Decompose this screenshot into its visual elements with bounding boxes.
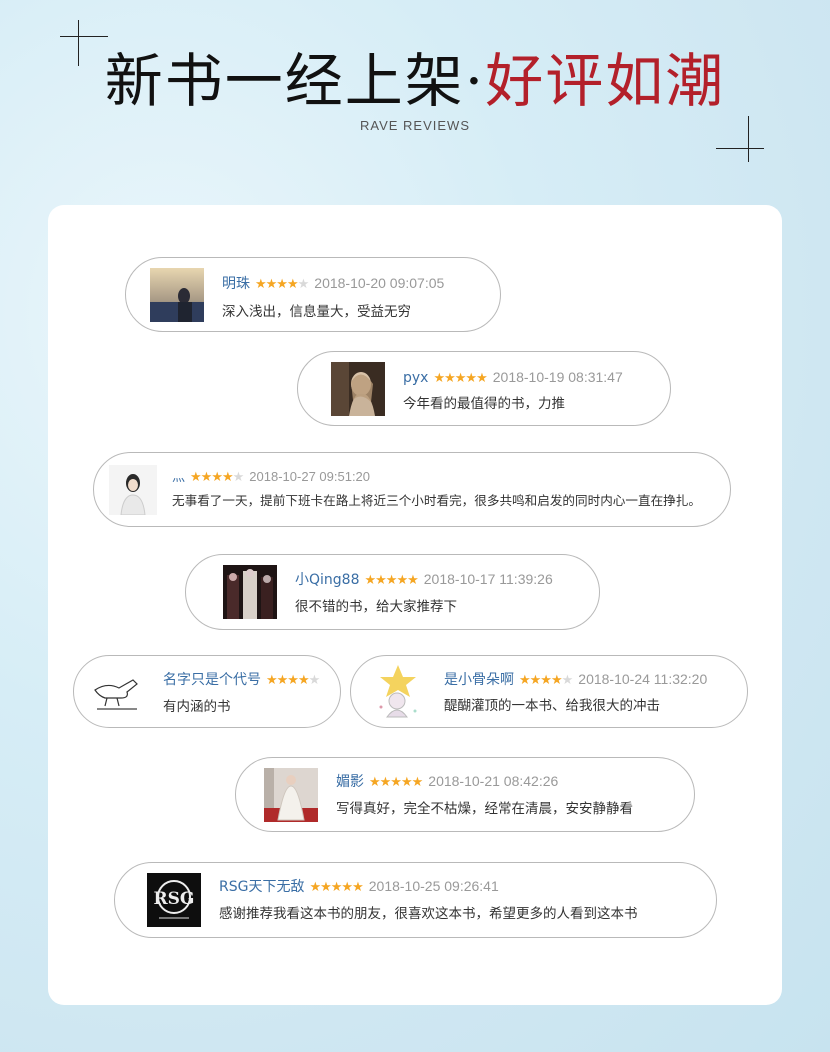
page-subtitle: RAVE REVIEWS	[359, 118, 470, 133]
review-item: pyx ★★★★★ 2018-10-19 08:31:47 今年看的最值得的书，力推	[297, 351, 671, 426]
reviewer-name[interactable]: 名字只是个代号	[163, 672, 261, 688]
review-item: 媚影 ★★★★★ 2018-10-21 08:42:26 写得真好，完全不枯燥，经常…	[235, 757, 695, 832]
review-date: 2018-10-17 11:39:26	[423, 571, 553, 587]
avatar	[373, 662, 423, 721]
avatar	[91, 667, 147, 716]
rating-stars: ★★★★★	[433, 371, 487, 386]
rating-stars: ★★★★★	[364, 573, 418, 588]
review-date: 2018-10-25 09:26:41	[368, 878, 499, 894]
review-text: 有内涵的书	[163, 699, 231, 715]
avatar	[109, 464, 157, 515]
review-text: 无事看了一天，提前下班卡在路上将近三个小时看完，很多共鸣和启发的同时内心一直在挣…	[172, 493, 701, 508]
reviews-card: 明珠 ★★★★★ 2018-10-20 09:07:05 深入浅出，信息量大，受益无…	[48, 205, 782, 1005]
rating-stars: ★★★★★	[309, 880, 363, 895]
rating-stars: ★★★★★	[369, 775, 423, 790]
reviewer-name[interactable]: 是小骨朵啊	[444, 672, 514, 688]
reviewer-name[interactable]: 明珠	[222, 276, 250, 292]
avatar: RSG	[147, 873, 201, 927]
review-date: 2018-10-19 08:31:47	[492, 369, 623, 385]
review-text: 感谢推荐我看这本书的朋友，很喜欢这本书，希望更多的人看到这本书	[219, 906, 638, 922]
rating-stars: ★★★★★	[266, 673, 320, 688]
review-date: 2018-10-20 09:07:05	[314, 275, 445, 291]
avatar	[223, 565, 277, 619]
review-item: 是小骨朵啊 ★★★★★ 2018-10-24 11:32:20 醍醐灌顶的一本书、给…	[350, 655, 748, 728]
svg-text:RSG: RSG	[154, 889, 195, 909]
avatar	[150, 267, 204, 322]
rating-stars: ★★★★★	[190, 470, 244, 485]
avatar	[331, 361, 385, 416]
reviewer-name[interactable]: pyx	[403, 370, 428, 386]
review-item: 名字只是个代号 ★★★★★ 有内涵的书	[73, 655, 341, 728]
review-item: 明珠 ★★★★★ 2018-10-20 09:07:05 深入浅出，信息量大，受益无…	[125, 257, 501, 332]
reviewer-name[interactable]: 媚影	[336, 774, 364, 790]
review-item: RSG RSG天下无敌 ★★★★★ 2018-10-25 09:26:41 感谢推荐…	[114, 862, 717, 938]
review-item: 灬 ★★★★★ 2018-10-27 09:51:20 无事看了一天，提前下班卡在路…	[93, 452, 731, 527]
review-date: 2018-10-21 08:42:26	[428, 773, 559, 789]
review-text: 醍醐灌顶的一本书、给我很大的冲击	[444, 698, 660, 714]
review-text: 今年看的最值得的书，力推	[403, 396, 565, 412]
review-text: 深入浅出，信息量大，受益无穷	[222, 304, 411, 320]
page-title: 新书一经上架·好评如潮	[0, 46, 830, 116]
title-black: 新书一经上架·	[104, 47, 486, 115]
review-item: 小Qing88 ★★★★★ 2018-10-17 11:39:26 很不错的书，给大…	[185, 554, 600, 630]
reviewer-name[interactable]: RSG天下无敌	[219, 879, 304, 895]
review-text: 很不错的书，给大家推荐下	[295, 599, 457, 615]
reviewer-name[interactable]: 小Qing88	[295, 572, 359, 588]
rating-stars: ★★★★★	[255, 277, 309, 292]
avatar	[264, 767, 318, 822]
review-date: 2018-10-27 09:51:20	[249, 469, 371, 484]
rating-stars: ★★★★★	[519, 673, 573, 688]
reviewer-name[interactable]: 灬	[172, 470, 185, 485]
review-text: 写得真好，完全不枯燥，经常在清晨，安安静静看	[336, 801, 633, 817]
review-date: 2018-10-24 11:32:20	[578, 671, 708, 687]
title-red: 好评如潮	[485, 47, 726, 115]
